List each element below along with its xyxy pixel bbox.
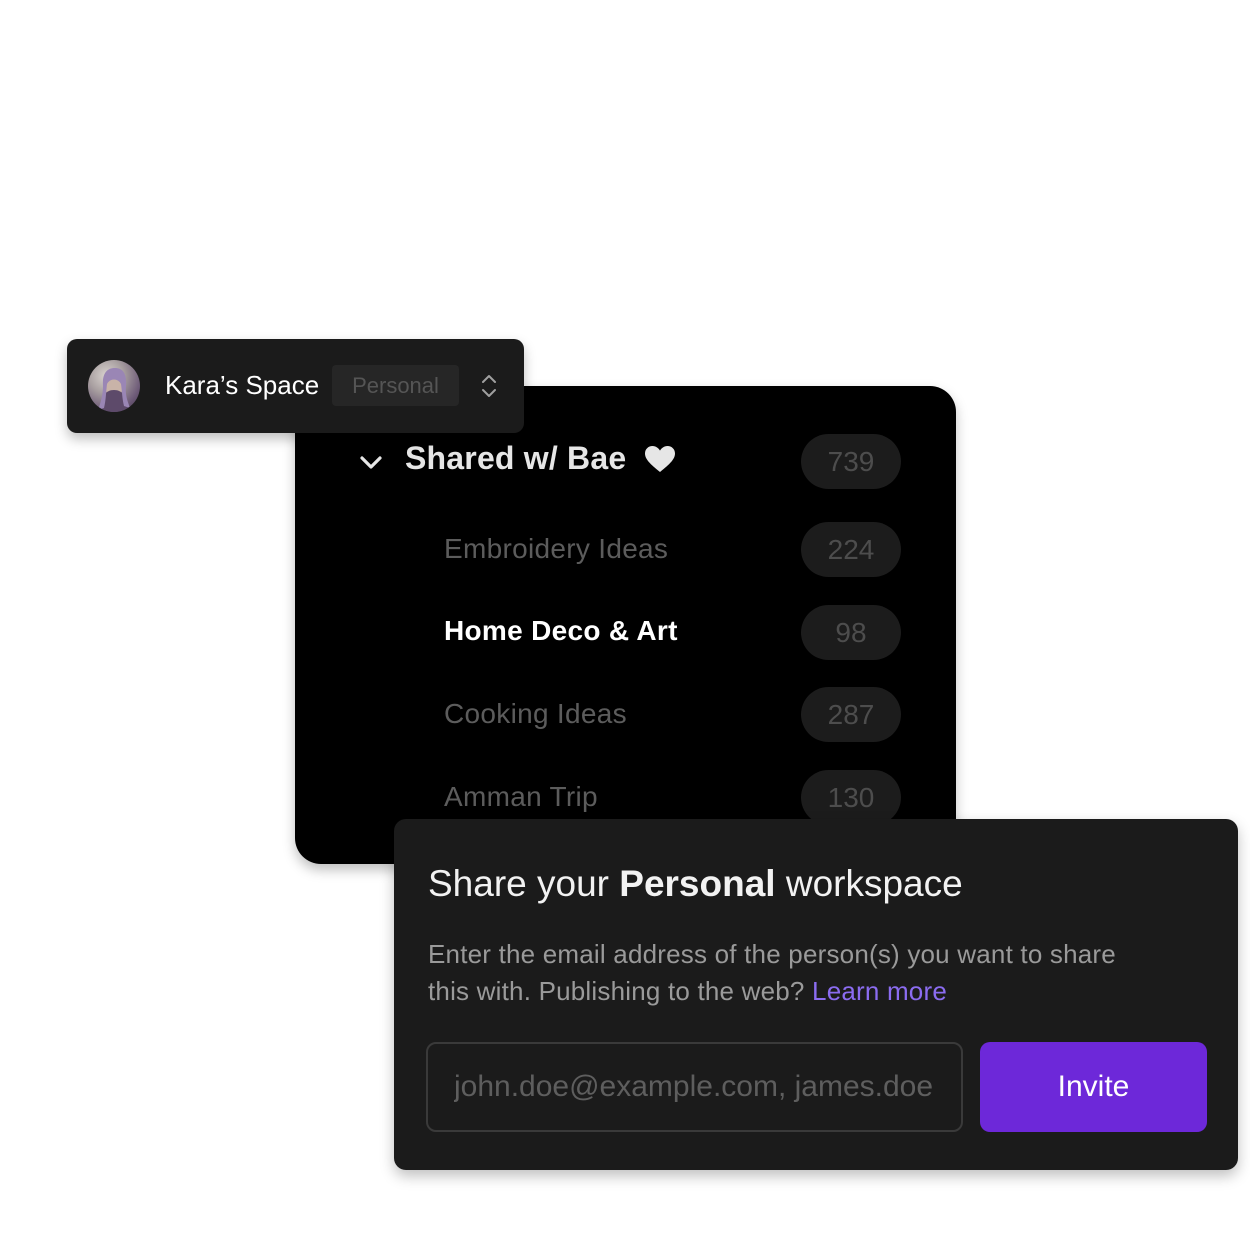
share-title: Share your Personal workspace [428,863,963,905]
list-item-embroidery-ideas[interactable]: Embroidery Ideas [444,533,668,565]
count-badge: 98 [801,605,901,660]
group-title[interactable]: Shared w/ Bae [405,440,676,477]
count-badge: 224 [801,522,901,577]
workspace-type-badge: Personal [332,365,459,406]
avatar-photo-icon [98,368,130,412]
count-badge: 130 [801,770,901,825]
share-title-workspace: Personal [619,863,776,904]
chevron-up-down-icon[interactable] [480,372,498,400]
list-item-cooking-ideas[interactable]: Cooking Ideas [444,698,627,730]
workspace-name: Kara’s Space [165,370,320,400]
workspace-switcher[interactable]: Kara’s Space Personal [67,339,524,433]
avatar [88,360,140,412]
email-input[interactable] [426,1042,963,1132]
list-item-amman-trip[interactable]: Amman Trip [444,781,598,813]
invite-button[interactable]: Invite [980,1042,1207,1132]
count-badge: 287 [801,687,901,742]
share-title-prefix: Share your [428,863,609,904]
share-title-suffix: workspace [785,863,963,904]
share-description: Enter the email address of the person(s)… [428,936,1148,1010]
learn-more-link[interactable]: Learn more [812,976,947,1006]
group-count-badge: 739 [801,434,901,489]
list-item-home-deco-art[interactable]: Home Deco & Art [444,615,678,647]
heart-icon [645,445,676,472]
share-dialog: Share your Personal workspace Enter the … [394,819,1238,1170]
chevron-down-icon[interactable] [358,450,384,476]
share-description-text: Enter the email address of the person(s)… [428,939,1116,1006]
group-title-label: Shared w/ Bae [405,440,627,476]
